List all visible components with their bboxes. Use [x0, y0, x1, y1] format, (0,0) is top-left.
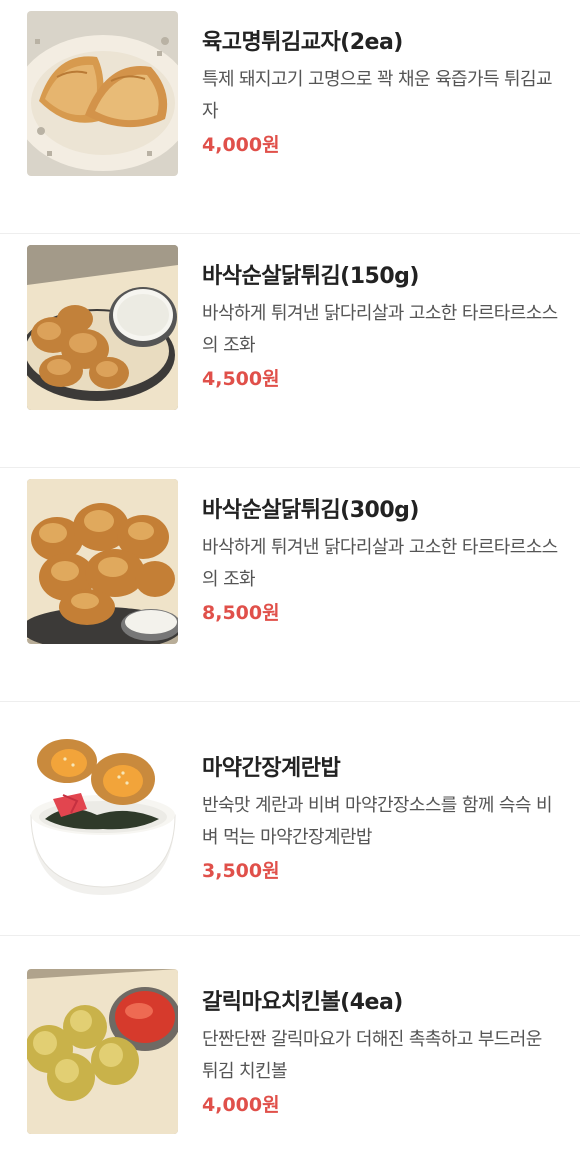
- menu-item-price: 4,000원: [202, 1094, 280, 1116]
- menu-item[interactable]: 갈릭마요치킨볼(4ea) 단짠단짠 갈릭마요가 더해진 촉촉하고 부드러운 튀김…: [0, 936, 580, 1170]
- menu-item-name: 마약간장계란밥: [202, 756, 341, 781]
- menu-list: 육고명튀김교자(2ea) 특제 돼지고기 고명으로 꽉 채운 육즙가득 튀김교자…: [0, 0, 580, 1170]
- menu-item-name: 육고명튀김교자(2ea): [202, 30, 403, 55]
- menu-item-description: 바삭하게 튀겨낸 닭다리살과 고소한 타르타르소스의 조화: [202, 303, 558, 356]
- menu-item[interactable]: 마약간장계란밥 반숙맛 계란과 비벼 마약간장소스를 함께 슥슥 비벼 먹는 마…: [0, 702, 580, 936]
- menu-item-description: 단짠단짠 갈릭마요가 더해진 촉촉하고 부드러운 튀김 치킨볼: [202, 1029, 542, 1082]
- menu-item-info: 바삭순살닭튀김(300g) 바삭하게 튀겨낸 닭다리살과 고소한 타르타르소스의…: [202, 496, 560, 628]
- menu-item-price: 8,500원: [202, 602, 280, 624]
- menu-item-info: 바삭순살닭튀김(150g) 바삭하게 튀겨낸 닭다리살과 고소한 타르타르소스의…: [202, 262, 560, 394]
- menu-item-name: 바삭순살닭튀김(150g): [202, 264, 419, 289]
- menu-item-info: 갈릭마요치킨볼(4ea) 단짠단짠 갈릭마요가 더해진 촉촉하고 부드러운 튀김…: [202, 988, 560, 1120]
- menu-item-info: 마약간장계란밥 반숙맛 계란과 비벼 마약간장소스를 함께 슥슥 비벼 먹는 마…: [202, 754, 560, 886]
- menu-item-price: 3,500원: [202, 860, 280, 882]
- fried-dumpling-image: [27, 11, 178, 176]
- fried-chicken-large-image: [27, 479, 178, 644]
- menu-item-name: 바삭순살닭튀김(300g): [202, 498, 419, 523]
- menu-item-description: 반숙맛 계란과 비벼 마약간장소스를 함께 슥슥 비벼 먹는 마약간장계란밥: [202, 795, 553, 848]
- menu-item[interactable]: 육고명튀김교자(2ea) 특제 돼지고기 고명으로 꽉 채운 육즙가득 튀김교자…: [0, 0, 580, 234]
- menu-item[interactable]: 바삭순살닭튀김(150g) 바삭하게 튀겨낸 닭다리살과 고소한 타르타르소스의…: [0, 234, 580, 468]
- menu-item[interactable]: 바삭순살닭튀김(300g) 바삭하게 튀겨낸 닭다리살과 고소한 타르타르소스의…: [0, 468, 580, 702]
- menu-item-price: 4,000원: [202, 134, 280, 156]
- menu-item-description: 특제 돼지고기 고명으로 꽉 채운 육즙가득 튀김교자: [202, 69, 553, 122]
- fried-chicken-small-image: [27, 245, 178, 410]
- soy-egg-rice-image: [27, 735, 178, 900]
- garlic-mayo-chicken-ball-image: [27, 969, 178, 1134]
- menu-item-price: 4,500원: [202, 368, 280, 390]
- menu-item-name: 갈릭마요치킨볼(4ea): [202, 990, 403, 1015]
- menu-item-info: 육고명튀김교자(2ea) 특제 돼지고기 고명으로 꽉 채운 육즙가득 튀김교자…: [202, 28, 560, 160]
- menu-item-description: 바삭하게 튀겨낸 닭다리살과 고소한 타르타르소스의 조화: [202, 537, 558, 590]
